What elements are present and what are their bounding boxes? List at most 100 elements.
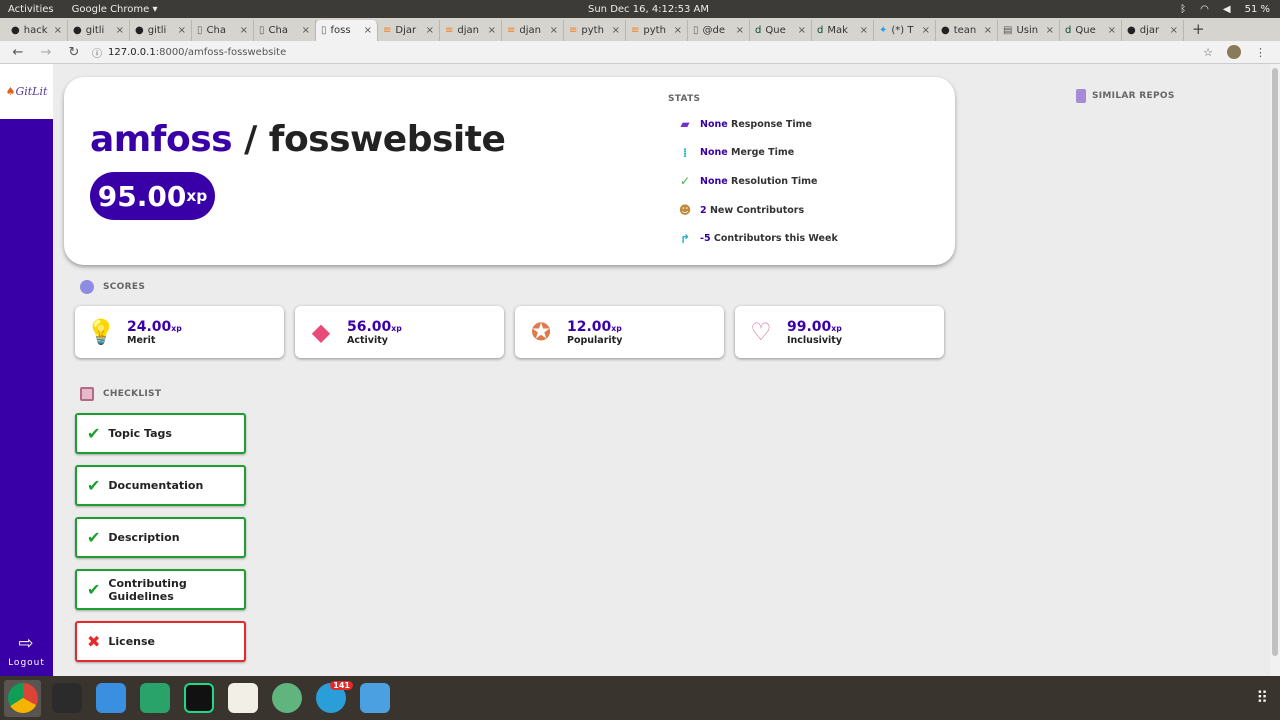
- tab-label: djan: [519, 25, 541, 36]
- dock-atom[interactable]: [268, 680, 305, 717]
- new-tab-button[interactable]: +: [1192, 20, 1205, 38]
- close-tab-icon[interactable]: ×: [54, 25, 62, 36]
- browser-tab[interactable]: ▯ foss ×: [316, 20, 378, 41]
- dock-text-editor[interactable]: [224, 680, 261, 717]
- close-tab-icon[interactable]: ×: [116, 25, 124, 36]
- score-unit: xp: [391, 323, 402, 333]
- url-input[interactable]: ⓘ 127.0.0.1:8000/amfoss-fosswebsite: [92, 43, 1204, 61]
- scores-label: SCORES: [103, 282, 146, 292]
- close-tab-icon[interactable]: ×: [736, 25, 744, 36]
- browser-tab[interactable]: d Que ×: [1060, 20, 1122, 41]
- close-tab-icon[interactable]: ×: [612, 25, 620, 36]
- page-scrollbar[interactable]: [1270, 64, 1280, 676]
- dock-pycharm[interactable]: [180, 680, 217, 717]
- close-tab-icon[interactable]: ×: [922, 25, 930, 36]
- address-bar: ← → ↻ ⓘ 127.0.0.1:8000/amfoss-fosswebsit…: [0, 41, 1280, 64]
- close-tab-icon[interactable]: ×: [178, 25, 186, 36]
- tab-label: Que: [765, 25, 786, 36]
- stat-value: None: [700, 147, 728, 159]
- page-icon: ▯: [321, 25, 327, 36]
- browser-tab[interactable]: ≡ pyth ×: [564, 20, 626, 41]
- browser-tab[interactable]: ▯ @de ×: [688, 20, 750, 41]
- gitlit-logo[interactable]: ♠ GitLit: [0, 64, 53, 119]
- checkmark-icon: ✔: [87, 580, 101, 599]
- show-apps-grid-icon[interactable]: ⠿: [1256, 688, 1268, 707]
- xp-value: 95.00: [97, 179, 187, 213]
- browser-tab[interactable]: ▤ Usin ×: [998, 20, 1060, 41]
- repo-org[interactable]: amfoss: [90, 119, 233, 160]
- score-unit: xp: [831, 323, 842, 333]
- close-tab-icon[interactable]: ×: [488, 25, 496, 36]
- checklist-item-label: Contributing Guidelines: [108, 576, 187, 603]
- browser-tab[interactable]: d Mak ×: [812, 20, 874, 41]
- browser-tab[interactable]: ● tean ×: [936, 20, 998, 41]
- browser-tab[interactable]: ≡ djan ×: [502, 20, 564, 41]
- browser-tab[interactable]: d Que ×: [750, 20, 812, 41]
- score-value: 24.00: [127, 318, 172, 335]
- checklist-item: ✖ License: [75, 621, 246, 662]
- scores-heading: SCORES: [80, 280, 145, 294]
- forward-icon[interactable]: →: [36, 45, 56, 60]
- tab-label: Djar: [395, 25, 417, 36]
- close-tab-icon[interactable]: ×: [798, 25, 806, 36]
- browser-tab[interactable]: ✦ (*) T ×: [874, 20, 936, 41]
- close-tab-icon[interactable]: ×: [426, 25, 434, 36]
- checklist-label: CHECKLIST: [103, 389, 162, 399]
- app-menu[interactable]: Google Chrome ▾: [72, 4, 158, 15]
- browser-tab[interactable]: ▯ Cha ×: [192, 20, 254, 41]
- dock-files[interactable]: [92, 680, 129, 717]
- close-tab-icon[interactable]: ×: [674, 25, 682, 36]
- close-tab-icon[interactable]: ×: [550, 25, 558, 36]
- merge-icon: ⁞: [682, 145, 688, 160]
- system-tray[interactable]: ᛒ ◠ ◀ 51 %: [1180, 4, 1270, 15]
- close-tab-icon[interactable]: ×: [984, 25, 992, 36]
- clock[interactable]: Sun Dec 16, 4:12:53 AM: [588, 4, 709, 15]
- tab-label: djar: [1139, 25, 1160, 36]
- browser-tab[interactable]: ● hack ×: [6, 20, 68, 41]
- reload-icon[interactable]: ↻: [64, 45, 84, 60]
- similar-repos-heading: SIMILAR REPOS: [1076, 89, 1175, 103]
- separator: /: [232, 119, 269, 160]
- logout-icon: ⇨: [18, 633, 35, 654]
- dock-chrome[interactable]: [4, 679, 41, 717]
- doc-icon: ▤: [1003, 25, 1013, 36]
- close-tab-icon[interactable]: ×: [1108, 25, 1116, 36]
- url-host: 127.0.0.1: [108, 46, 156, 58]
- score-value: 56.00: [347, 318, 392, 335]
- dock-terminal[interactable]: [48, 680, 85, 717]
- close-tab-icon[interactable]: ×: [302, 25, 310, 36]
- browser-tab[interactable]: ▯ Cha ×: [254, 20, 316, 41]
- close-tab-icon[interactable]: ×: [364, 25, 372, 36]
- checklist-item: ✔ Documentation: [75, 465, 246, 506]
- stat-item: ✓ None Resolution Time: [678, 167, 838, 196]
- score-unit: xp: [171, 323, 182, 333]
- stackoverflow-icon: ≡: [631, 25, 640, 36]
- dock-image-viewer[interactable]: [356, 680, 393, 717]
- checkmark-icon: ✔: [87, 476, 101, 495]
- activities-button[interactable]: Activities: [8, 4, 54, 15]
- close-tab-icon[interactable]: ×: [1170, 25, 1178, 36]
- github-icon: ●: [941, 25, 950, 36]
- logout-button[interactable]: ⇨ Logout: [0, 633, 53, 668]
- menu-kebab-icon[interactable]: ⋮: [1255, 46, 1266, 59]
- lightbulb-icon: 💡: [86, 318, 116, 346]
- browser-tab[interactable]: ● gitli ×: [130, 20, 192, 41]
- django-icon: d: [1065, 25, 1072, 36]
- bookmark-star-icon[interactable]: ☆: [1203, 46, 1213, 59]
- tab-label: gitli: [85, 25, 105, 36]
- browser-tab[interactable]: ● djar ×: [1122, 20, 1184, 41]
- dock-telegram[interactable]: 141: [312, 680, 353, 717]
- browser-tab[interactable]: ≡ Djar ×: [378, 20, 440, 41]
- close-tab-icon[interactable]: ×: [1046, 25, 1054, 36]
- profile-avatar[interactable]: [1227, 45, 1241, 59]
- checklist-heading: CHECKLIST: [80, 387, 161, 401]
- browser-tab[interactable]: ≡ pyth ×: [626, 20, 688, 41]
- close-tab-icon[interactable]: ×: [240, 25, 248, 36]
- dock-build-tool[interactable]: [136, 680, 173, 717]
- back-icon[interactable]: ←: [8, 45, 28, 60]
- stat-value: -5: [700, 233, 711, 245]
- browser-tab[interactable]: ≡ djan ×: [440, 20, 502, 41]
- stat-label: New Contributors: [709, 204, 805, 216]
- close-tab-icon[interactable]: ×: [860, 25, 868, 36]
- browser-tab[interactable]: ● gitli ×: [68, 20, 130, 41]
